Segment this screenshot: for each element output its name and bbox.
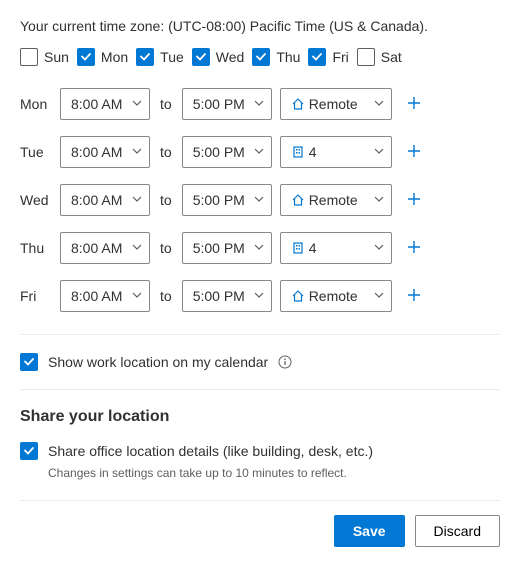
- chevron-down-icon: [373, 240, 385, 256]
- location-select[interactable]: Remote: [280, 88, 392, 120]
- day-checkbox-sun: Sun: [20, 48, 69, 66]
- day-name: Fri: [20, 288, 52, 304]
- day-checkbox-tue: Tue: [136, 48, 184, 66]
- add-button[interactable]: [400, 282, 428, 310]
- checkbox[interactable]: [357, 48, 375, 66]
- day-label: Wed: [216, 49, 245, 65]
- discard-button[interactable]: Discard: [415, 515, 500, 547]
- plus-icon: [406, 95, 422, 114]
- end-time-select[interactable]: 5:00 PM: [182, 88, 272, 120]
- day-name: Thu: [20, 240, 52, 256]
- show-location-label: Show work location on my calendar: [48, 354, 268, 370]
- divider: [20, 334, 500, 335]
- day-label: Tue: [160, 49, 184, 65]
- building-icon: [291, 145, 305, 159]
- schedule-row: Fri 8:00 AM to 5:00 PMRemote: [20, 280, 500, 312]
- chevron-down-icon: [131, 240, 143, 256]
- footer: Save Discard: [20, 500, 500, 547]
- plus-icon: [406, 191, 422, 210]
- chevron-down-icon: [253, 96, 265, 112]
- share-details-checkbox[interactable]: [20, 442, 38, 460]
- location-select[interactable]: Remote: [280, 184, 392, 216]
- day-checkbox-mon: Mon: [77, 48, 128, 66]
- location-select[interactable]: 4: [280, 232, 392, 264]
- plus-icon: [406, 287, 422, 306]
- chevron-down-icon: [131, 288, 143, 304]
- checkbox[interactable]: [136, 48, 154, 66]
- share-details-label: Share office location details (like buil…: [48, 443, 373, 459]
- chevron-down-icon: [131, 144, 143, 160]
- chevron-down-icon: [373, 288, 385, 304]
- start-time-select[interactable]: 8:00 AM: [60, 232, 150, 264]
- to-label: to: [158, 144, 174, 160]
- day-checkbox-sat: Sat: [357, 48, 402, 66]
- checkbox[interactable]: [20, 48, 38, 66]
- day-label: Sat: [381, 49, 402, 65]
- chevron-down-icon: [253, 240, 265, 256]
- day-name: Tue: [20, 144, 52, 160]
- day-label: Fri: [332, 49, 348, 65]
- chevron-down-icon: [373, 192, 385, 208]
- chevron-down-icon: [131, 96, 143, 112]
- location-select[interactable]: Remote: [280, 280, 392, 312]
- checkbox[interactable]: [252, 48, 270, 66]
- to-label: to: [158, 96, 174, 112]
- plus-icon: [406, 239, 422, 258]
- divider: [20, 389, 500, 390]
- start-time-select[interactable]: 8:00 AM: [60, 280, 150, 312]
- checkbox[interactable]: [308, 48, 326, 66]
- day-checkbox-thu: Thu: [252, 48, 300, 66]
- save-button[interactable]: Save: [334, 515, 405, 547]
- location-select[interactable]: 4: [280, 136, 392, 168]
- show-location-checkbox[interactable]: [20, 353, 38, 371]
- day-label: Sun: [44, 49, 69, 65]
- add-button[interactable]: [400, 234, 428, 262]
- day-checkbox-fri: Fri: [308, 48, 348, 66]
- end-time-select[interactable]: 5:00 PM: [182, 136, 272, 168]
- building-icon: [291, 241, 305, 255]
- to-label: to: [158, 240, 174, 256]
- to-label: to: [158, 288, 174, 304]
- chevron-down-icon: [373, 144, 385, 160]
- show-location-option: Show work location on my calendar: [20, 353, 500, 371]
- chevron-down-icon: [253, 288, 265, 304]
- info-icon[interactable]: [278, 355, 292, 369]
- work-days-row: Sun Mon Tue Wed Thu Fri Sat: [20, 48, 500, 66]
- timezone-text: Your current time zone: (UTC-08:00) Paci…: [20, 18, 500, 34]
- end-time-select[interactable]: 5:00 PM: [182, 232, 272, 264]
- checkbox[interactable]: [192, 48, 210, 66]
- home-icon: [291, 289, 305, 303]
- start-time-select[interactable]: 8:00 AM: [60, 88, 150, 120]
- plus-icon: [406, 143, 422, 162]
- add-button[interactable]: [400, 90, 428, 118]
- start-time-select[interactable]: 8:00 AM: [60, 136, 150, 168]
- share-location-title: Share your location: [20, 408, 500, 426]
- home-icon: [291, 193, 305, 207]
- chevron-down-icon: [253, 144, 265, 160]
- day-label: Mon: [101, 49, 128, 65]
- chevron-down-icon: [131, 192, 143, 208]
- share-details-option: Share office location details (like buil…: [20, 442, 500, 460]
- start-time-select[interactable]: 8:00 AM: [60, 184, 150, 216]
- share-helper-text: Changes in settings can take up to 10 mi…: [48, 466, 500, 480]
- day-name: Wed: [20, 192, 52, 208]
- end-time-select[interactable]: 5:00 PM: [182, 280, 272, 312]
- schedule-row: Wed 8:00 AM to 5:00 PMRemote: [20, 184, 500, 216]
- schedule-rows: Mon8:00 AMto5:00 PMRemoteTue8:00 AMto5:0…: [20, 88, 500, 312]
- add-button[interactable]: [400, 186, 428, 214]
- chevron-down-icon: [373, 96, 385, 112]
- checkbox[interactable]: [77, 48, 95, 66]
- chevron-down-icon: [253, 192, 265, 208]
- schedule-row: Mon 8:00 AM to 5:00 PMRemote: [20, 88, 500, 120]
- day-checkbox-wed: Wed: [192, 48, 245, 66]
- add-button[interactable]: [400, 138, 428, 166]
- end-time-select[interactable]: 5:00 PM: [182, 184, 272, 216]
- schedule-row: Tue 8:00 AM to 5:00 PM4: [20, 136, 500, 168]
- home-icon: [291, 97, 305, 111]
- to-label: to: [158, 192, 174, 208]
- day-label: Thu: [276, 49, 300, 65]
- schedule-row: Thu 8:00 AM to 5:00 PM4: [20, 232, 500, 264]
- day-name: Mon: [20, 96, 52, 112]
